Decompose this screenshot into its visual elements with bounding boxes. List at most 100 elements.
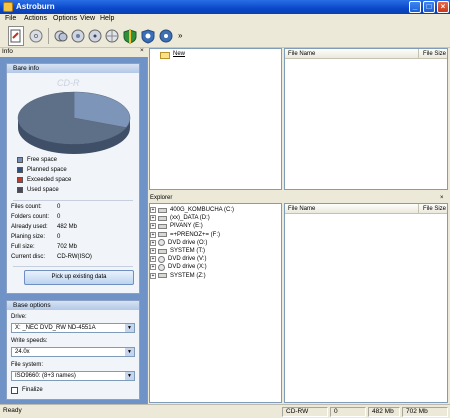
settings-icon: [105, 29, 119, 43]
copy-disc-button[interactable]: [53, 26, 69, 46]
folder-icon: [160, 52, 170, 59]
new-project-icon: [10, 29, 21, 43]
stat-files-value: 0: [57, 204, 61, 210]
stat-disc-label: Current disc:: [11, 254, 46, 260]
window-title: Astroburn: [16, 2, 55, 11]
expand-icon[interactable]: +: [150, 207, 156, 213]
write-speed-value: 24.0x: [15, 349, 30, 355]
drive-select[interactable]: X: _NEC DVD_RW ND-4551A ▼: [11, 323, 135, 333]
disc-image-button[interactable]: [140, 26, 156, 46]
hard-drive-icon: [158, 207, 167, 213]
expand-icon[interactable]: +: [150, 231, 156, 238]
drive-tree-item[interactable]: + =+PRENOZ+= (F:): [150, 231, 220, 239]
erase-disc-button[interactable]: [70, 26, 86, 46]
project-file-list[interactable]: File Name File Size: [284, 48, 448, 190]
help-button[interactable]: [158, 26, 174, 46]
chevron-down-icon[interactable]: ▼: [125, 324, 134, 332]
finalize-checkbox[interactable]: [11, 387, 18, 394]
legend-free: Free space: [17, 156, 57, 164]
stat-fullsize-label: Full size:: [11, 244, 35, 250]
expand-icon[interactable]: +: [150, 264, 156, 271]
expand-icon[interactable]: +: [150, 248, 156, 254]
status-count: 0: [330, 407, 366, 417]
drive-tree-item[interactable]: + DVD drive (X:): [150, 263, 207, 271]
legend-planned: Planned space: [17, 166, 67, 174]
menu-help[interactable]: Help: [100, 15, 114, 22]
legend-exceeded: Exceeded space: [17, 176, 71, 184]
col-file-size[interactable]: File Size: [423, 204, 446, 214]
drive-label: PIVANY (E:): [170, 223, 203, 230]
minimize-button[interactable]: _: [409, 1, 421, 13]
shield-button[interactable]: [122, 26, 138, 46]
explorer-header: Explorer ×: [148, 194, 450, 203]
stat-used-label: Already used:: [11, 224, 48, 230]
legend-used-label: Used space: [27, 187, 59, 193]
legend-planned-swatch: [17, 167, 23, 173]
drive-tree-item[interactable]: + SYSTEM (Z:): [150, 272, 206, 280]
disc-info-button[interactable]: [87, 26, 103, 46]
col-file-size[interactable]: File Size: [423, 49, 446, 59]
tree-root-new[interactable]: New: [173, 51, 185, 57]
menu-options[interactable]: Options: [53, 15, 77, 22]
chevron-down-icon[interactable]: ▼: [125, 372, 134, 380]
col-file-name[interactable]: File Name: [288, 204, 315, 214]
cdr-watermark: CD-R: [57, 78, 80, 88]
file-system-select[interactable]: ISO9660: (8+3 names) ▼: [11, 371, 135, 381]
settings-button[interactable]: [104, 26, 120, 46]
disc-image-icon: [141, 28, 155, 44]
drive-label: Drive:: [11, 314, 27, 320]
stat-fullsize-value: 702 Mb: [57, 244, 78, 250]
expand-icon[interactable]: +: [150, 223, 156, 230]
hard-drive-icon: [158, 248, 167, 254]
col-file-name[interactable]: File Name: [288, 49, 315, 59]
expand-icon[interactable]: +: [150, 239, 156, 246]
info-close-icon[interactable]: ×: [140, 47, 144, 54]
toolbar-overflow-button[interactable]: »: [178, 31, 182, 40]
help-icon: [159, 29, 173, 43]
drive-tree-item[interactable]: + DVD drive (V:): [150, 255, 206, 263]
menu-view[interactable]: View: [80, 15, 95, 22]
legend-exceeded-label: Exceeded space: [27, 177, 72, 183]
expand-icon[interactable]: +: [150, 272, 156, 279]
new-project-button[interactable]: [8, 26, 24, 46]
project-tree-pane[interactable]: New: [149, 48, 282, 190]
burn-disc-button[interactable]: [28, 26, 44, 46]
stat-used-value: 482 Mb: [57, 224, 78, 230]
copy-disc-icon: [54, 30, 68, 42]
stat-planning-label: Planing size:: [11, 234, 46, 240]
stat-planning-value: 0: [57, 234, 61, 240]
hard-drive-icon: [158, 223, 167, 229]
drive-label: 400G_KOMBUCHA (C:): [170, 207, 235, 213]
explorer-close-icon[interactable]: ×: [440, 194, 444, 203]
menu-file[interactable]: File: [5, 15, 16, 22]
drive-tree-item[interactable]: + DVD drive (O:): [150, 239, 207, 247]
explorer-file-list[interactable]: File Name File Size: [284, 203, 448, 403]
write-speed-select[interactable]: 24.0x ▼: [11, 347, 135, 357]
drive-tree-item[interactable]: + PIVANY (E:): [150, 222, 203, 230]
expand-icon[interactable]: +: [150, 256, 156, 263]
legend-free-label: Free space: [27, 157, 58, 163]
write-speed-label: Write speeds:: [11, 338, 48, 344]
drive-label: =+PRENOZ+= (F:): [170, 231, 221, 238]
drive-select-value: X: _NEC DVD_RW ND-4551A: [15, 325, 96, 331]
drive-tree-item[interactable]: + SYSTEM (T:): [150, 247, 205, 255]
drive-tree-item[interactable]: + (xx)_DATA (D:): [150, 214, 210, 222]
legend-used: Used space: [17, 186, 59, 194]
bare-info-title: Bare info: [7, 64, 139, 73]
maximize-button[interactable]: □: [423, 1, 435, 13]
legend-free-swatch: [17, 157, 23, 163]
file-system-value: ISO9660: (8+3 names): [15, 373, 76, 379]
expand-icon[interactable]: +: [150, 215, 156, 222]
drive-tree-item[interactable]: +400G_KOMBUCHA (C:): [150, 206, 234, 214]
stat-folders-label: Folders count:: [11, 214, 50, 220]
burn-disc-icon: [29, 29, 43, 43]
status-used: 482 Mb: [368, 407, 400, 417]
drive-label: DVD drive (O:): [168, 239, 208, 246]
close-button[interactable]: ×: [437, 1, 449, 13]
project-list-header: File Name File Size: [285, 49, 447, 59]
chevron-down-icon[interactable]: ▼: [125, 348, 134, 356]
menu-bar: File Actions Options View Help: [0, 14, 450, 25]
pick-up-existing-data-button[interactable]: Pick up existing data: [24, 270, 134, 285]
legend-planned-label: Planned space: [27, 167, 67, 173]
menu-actions[interactable]: Actions: [24, 15, 47, 22]
